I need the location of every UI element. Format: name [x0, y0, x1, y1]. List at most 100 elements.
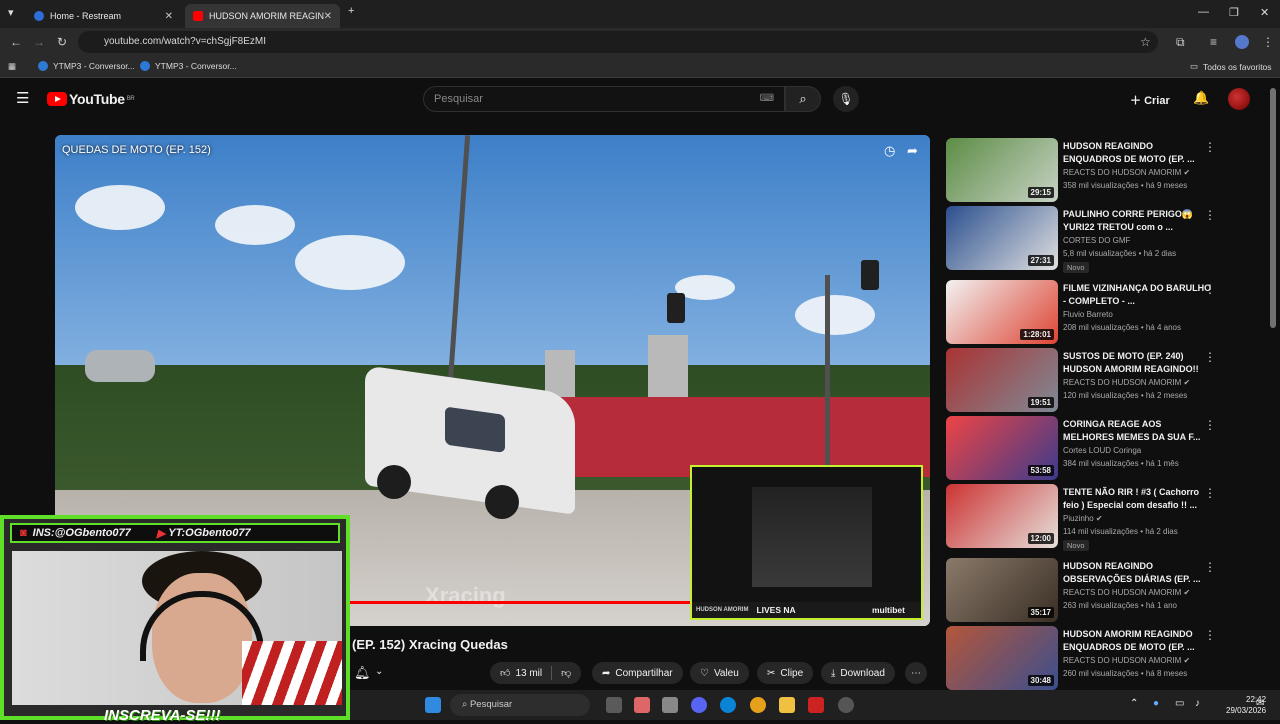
notifications-icon[interactable]: ✉ [1256, 698, 1264, 709]
close-tab-icon[interactable]: ✕ [324, 11, 332, 22]
more-vert-icon[interactable]: ⋮ [1204, 140, 1216, 154]
bookmark-ytmp3-1[interactable]: YTMP3 - Conversor... [38, 61, 135, 71]
rec-channel-name: Cortes LOUD Coringa [1063, 446, 1142, 455]
more-vert-icon[interactable]: ⋮ [1204, 208, 1216, 222]
subscribe-bell-icon[interactable]: 🔔︎ [354, 665, 371, 681]
copilot-icon[interactable] [634, 697, 650, 713]
more-vert-icon[interactable]: ⋮ [1204, 418, 1216, 432]
list-item[interactable]: 53:58 CORINGA REAGE AOS MELHORES MEMES D… [946, 416, 1226, 480]
thumbs-down-icon[interactable]: 👎︎ [561, 667, 571, 679]
search-input[interactable]: Pesquisar ⌨ [423, 86, 785, 112]
more-vert-icon[interactable]: ⋮ [1204, 486, 1216, 500]
watch-later-icon[interactable]: ◷ [884, 143, 895, 159]
file-explorer-icon[interactable] [779, 697, 795, 713]
taskbar-search[interactable]: ⌕ Pesquisar [450, 694, 590, 716]
tab-search-icon[interactable]: ▾ [8, 6, 14, 19]
download-button[interactable]: ⤓ Download [821, 662, 895, 684]
bookmark-ytmp3-2[interactable]: YTMP3 - Conversor... [140, 61, 237, 71]
rec-title[interactable]: HUDSON REAGINDO ENQUADROS DE MOTO (EP. .… [1063, 140, 1213, 166]
network-icon[interactable]: ▭ [1175, 698, 1184, 709]
avatar[interactable] [1228, 88, 1250, 110]
profile-icon[interactable] [1235, 35, 1249, 49]
new-tab-icon[interactable]: + [348, 5, 354, 17]
thanks-button[interactable]: ♡ Valeu [690, 662, 749, 684]
rec-channel[interactable]: REACTS DO HUDSON AMORIM ✔ [1063, 378, 1190, 387]
share-arrow-icon[interactable]: ➦ [907, 143, 918, 159]
youtube-logo[interactable]: YouTube BR [47, 91, 135, 107]
search-button[interactable]: ⌕ [785, 86, 821, 112]
more-vert-icon[interactable]: ⋮ [1204, 628, 1216, 642]
video-thumbnail[interactable]: 30:48 [946, 626, 1058, 690]
like-button[interactable]: 👍︎ 13 mil 👎︎ [490, 662, 582, 684]
all-favorites[interactable]: ▭ Todos os favoritos [1190, 61, 1272, 72]
chevron-up-icon[interactable]: ⌃ [1130, 698, 1138, 709]
list-item[interactable]: 30:48 HUDSON AMORIM REAGINDO ENQUADROS D… [946, 626, 1226, 690]
list-item[interactable]: 35:17 HUDSON REAGINDO OBSERVAÇÕES DIÁRIA… [946, 558, 1226, 622]
hamburger-menu-icon[interactable]: ☰ [16, 89, 29, 107]
page-scrollbar[interactable] [1270, 88, 1276, 328]
clip-button[interactable]: ✂ Clipe [757, 662, 814, 684]
tab-restream[interactable]: Home - Restream ✕ [26, 4, 181, 28]
rec-channel[interactable]: REACTS DO HUDSON AMORIM ✔ [1063, 168, 1190, 177]
more-vert-icon[interactable]: ⋮ [1204, 282, 1216, 296]
notifications-bell-icon[interactable]: 🔔 [1193, 90, 1209, 106]
reload-icon[interactable]: ↻ [57, 35, 67, 49]
video-thumbnail[interactable]: 35:17 [946, 558, 1058, 622]
rec-title[interactable]: HUDSON AMORIM REAGINDO ENQUADROS DE MOTO… [1063, 628, 1213, 654]
minimize-icon[interactable]: — [1198, 6, 1209, 18]
video-thumbnail[interactable]: 12:00 [946, 484, 1058, 548]
video-thumbnail[interactable]: 1:28:01 [946, 280, 1058, 344]
rec-channel[interactable]: Cortes LOUD Coringa [1063, 446, 1141, 455]
video-thumbnail[interactable]: 19:51 [946, 348, 1058, 412]
list-item[interactable]: 1:28:01 FILME VIZINHANÇA DO BARULHO - CO… [946, 280, 1226, 344]
create-button[interactable]: ＋ Criar [1130, 92, 1170, 108]
voice-search-button[interactable]: 🎙 [833, 86, 859, 112]
list-item[interactable]: 29:15 HUDSON REAGINDO ENQUADROS DE MOTO … [946, 138, 1226, 202]
rec-title[interactable]: TENTE NÃO RIR ! #3 ( Cachorro feio ) Esp… [1063, 486, 1213, 512]
url-field[interactable]: youtube.com/watch?v=chSgjF8EzMI [78, 31, 1158, 53]
back-icon[interactable]: ← [10, 35, 22, 49]
edge-icon[interactable] [720, 697, 736, 713]
list-item[interactable]: 12:00 TENTE NÃO RIR ! #3 ( Cachorro feio… [946, 484, 1226, 551]
share-button[interactable]: ➦ Compartilhar [592, 662, 683, 684]
windows-start-icon[interactable] [425, 697, 441, 713]
rec-title[interactable]: FILME VIZINHANÇA DO BARULHO - COMPLETO -… [1063, 282, 1213, 308]
extensions-icon[interactable]: ⧉ [1176, 35, 1185, 50]
close-tab-icon[interactable]: ✕ [165, 11, 173, 22]
volume-icon[interactable]: ♪ [1195, 698, 1200, 709]
rec-title[interactable]: HUDSON REAGINDO OBSERVAÇÕES DIÁRIAS (EP.… [1063, 560, 1213, 586]
tab-youtube[interactable]: HUDSON AMORIM REAGIN ✕ [185, 4, 340, 28]
list-item[interactable]: 27:31 PAULINHO CORRE PERIGO😱 YURI22 TRET… [946, 206, 1226, 273]
keyboard-icon[interactable]: ⌨ [760, 93, 774, 104]
browser-menu-icon[interactable]: ⋮ [1262, 35, 1274, 49]
chevron-down-icon[interactable]: ⌄ [375, 666, 383, 677]
video-thumbnail[interactable]: 53:58 [946, 416, 1058, 480]
rec-channel[interactable]: REACTS DO HUDSON AMORIM ✔ [1063, 656, 1190, 665]
close-window-icon[interactable]: ✕ [1260, 6, 1269, 19]
list-item[interactable]: 19:51 SUSTOS DE MOTO (EP. 240) HUDSON AM… [946, 348, 1226, 412]
chrome-icon[interactable] [750, 697, 766, 713]
obs-icon[interactable] [838, 697, 854, 713]
app-icon[interactable] [808, 697, 824, 713]
rec-channel[interactable]: Piuzinho ✔ [1063, 514, 1103, 523]
discord-icon[interactable] [691, 697, 707, 713]
rec-title[interactable]: PAULINHO CORRE PERIGO😱 YURI22 TRETOU com… [1063, 208, 1213, 234]
rec-channel[interactable]: REACTS DO HUDSON AMORIM ✔ [1063, 588, 1190, 597]
forward-icon[interactable]: → [33, 35, 45, 49]
video-thumbnail[interactable]: 29:15 [946, 138, 1058, 202]
rec-title[interactable]: SUSTOS DE MOTO (EP. 240) HUDSON AMORIM R… [1063, 350, 1213, 376]
microphone-tray-icon[interactable]: ● [1153, 698, 1159, 709]
bookmark-star-icon[interactable]: ☆ [1140, 35, 1151, 49]
video-thumbnail[interactable]: 27:31 [946, 206, 1058, 270]
more-actions-button[interactable]: ⋯ [905, 662, 927, 684]
task-view-icon[interactable] [606, 697, 622, 713]
rec-channel[interactable]: Fluvio Barreto [1063, 310, 1113, 319]
more-vert-icon[interactable]: ⋮ [1204, 560, 1216, 574]
more-vert-icon[interactable]: ⋮ [1204, 350, 1216, 364]
maximize-icon[interactable]: ❐ [1229, 6, 1239, 19]
reading-list-icon[interactable]: ≡ [1210, 35, 1217, 49]
store-icon[interactable] [662, 697, 678, 713]
rec-title[interactable]: CORINGA REAGE AOS MELHORES MEMES DA SUA … [1063, 418, 1213, 444]
apps-grid-icon[interactable]: ▦ [8, 61, 16, 72]
rec-channel[interactable]: CORTES DO GMF [1063, 236, 1130, 245]
